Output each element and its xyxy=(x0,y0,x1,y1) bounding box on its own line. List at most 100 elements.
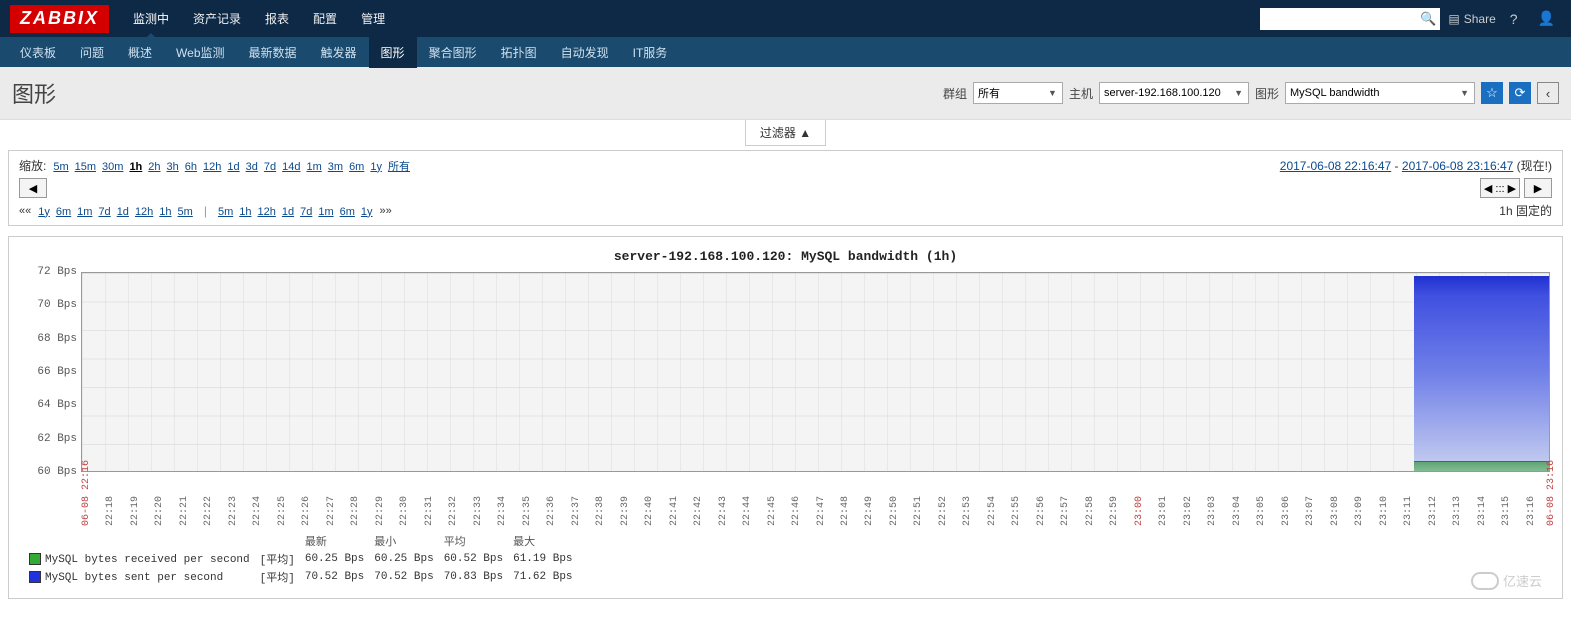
search-input[interactable] xyxy=(1264,13,1420,25)
user-icon[interactable]: 👤 xyxy=(1532,10,1561,27)
zoom-3d[interactable]: 3d xyxy=(243,161,261,173)
zoom-6h[interactable]: 6h xyxy=(182,161,200,173)
xtick-2244: 22:44 xyxy=(742,476,753,526)
shift-left-1y[interactable]: 1y xyxy=(35,206,53,218)
shift-left-6m[interactable]: 6m xyxy=(53,206,74,218)
xtick-2310: 23:10 xyxy=(1379,476,1390,526)
time-next-button[interactable]: ▶ xyxy=(1524,178,1552,198)
subnav-dashboard[interactable]: 仪表板 xyxy=(8,37,68,68)
legend-name: MySQL bytes received per second xyxy=(45,553,250,565)
shift-left-5m[interactable]: 5m xyxy=(175,206,196,218)
zoom-所有[interactable]: 所有 xyxy=(385,161,413,173)
fullscreen-button[interactable]: ‹ xyxy=(1537,82,1559,104)
filter-toggle[interactable]: 过滤器 ▲ xyxy=(745,120,826,146)
xtick-2233: 22:33 xyxy=(473,476,484,526)
zoom-14d[interactable]: 14d xyxy=(279,161,303,173)
shift-right-12h[interactable]: 12h xyxy=(254,206,278,218)
zoom-3m[interactable]: 3m xyxy=(325,161,346,173)
legend-row-0: MySQL bytes received per second[平均]60.25… xyxy=(29,550,583,568)
range-from[interactable]: 2017-06-08 22:16:47 xyxy=(1280,159,1391,173)
xtick-2231: 22:31 xyxy=(424,476,435,526)
time-scroll-button[interactable]: ◀ ::: ▶ xyxy=(1480,178,1520,198)
zoom-1h[interactable]: 1h xyxy=(126,161,145,173)
xtick-2235: 22:35 xyxy=(522,476,533,526)
subnav-graphs[interactable]: 图形 xyxy=(369,37,417,68)
xtick-2247: 22:47 xyxy=(816,476,827,526)
topnav-inventory[interactable]: 资产记录 xyxy=(181,0,253,37)
shift-left-1d[interactable]: 1d xyxy=(114,206,132,218)
xtick-2223: 22:23 xyxy=(228,476,239,526)
favorite-button[interactable]: ☆ xyxy=(1481,82,1503,104)
shift-left-pre[interactable]: «« xyxy=(19,205,31,217)
xtick-2306: 23:06 xyxy=(1281,476,1292,526)
search-icon[interactable]: 🔍 xyxy=(1420,11,1436,27)
shift-left-12h[interactable]: 12h xyxy=(132,206,156,218)
zoom-3h[interactable]: 3h xyxy=(164,161,182,173)
subnav-triggers[interactable]: 触发器 xyxy=(309,37,369,68)
group-select[interactable]: 所有 xyxy=(973,82,1063,104)
zoom-5m[interactable]: 5m xyxy=(50,161,71,173)
shift-right-6m[interactable]: 6m xyxy=(337,206,358,218)
y-axis: 72 Bps70 Bps68 Bps66 Bps64 Bps62 Bps60 B… xyxy=(21,272,81,472)
zoom-1y[interactable]: 1y xyxy=(367,161,385,173)
legend-min: 70.52 Bps xyxy=(374,568,443,586)
zoom-1d[interactable]: 1d xyxy=(224,161,242,173)
subnav-maps[interactable]: 拓扑图 xyxy=(489,37,549,68)
refresh-button[interactable]: ⟳ xyxy=(1509,82,1531,104)
xtick-2314: 23:14 xyxy=(1477,476,1488,526)
zoom-1m[interactable]: 1m xyxy=(304,161,325,173)
host-select[interactable]: server-192.168.100.120 xyxy=(1099,82,1249,104)
graph-select[interactable]: MySQL bandwidth xyxy=(1285,82,1475,104)
plot-area[interactable] xyxy=(81,272,1550,472)
xtick-start: 06-08 22:16 xyxy=(81,476,92,526)
shift-right-post[interactable]: »» xyxy=(380,205,392,217)
xtick-2222: 22:22 xyxy=(203,476,214,526)
shift-left-1h[interactable]: 1h xyxy=(156,206,174,218)
shift-right-1h[interactable]: 1h xyxy=(236,206,254,218)
legend-name: MySQL bytes sent per second xyxy=(45,571,223,583)
zoom-12h[interactable]: 12h xyxy=(200,161,224,173)
sub-nav-bar: 仪表板 问题 概述 Web监测 最新数据 触发器 图形 聚合图形 拓扑图 自动发… xyxy=(0,37,1571,67)
topnav-monitoring[interactable]: 监测中 xyxy=(121,0,181,37)
subnav-latest[interactable]: 最新数据 xyxy=(237,37,309,68)
zoom-15m[interactable]: 15m xyxy=(72,161,99,173)
zoom-7d[interactable]: 7d xyxy=(261,161,279,173)
ytick-70: 70 Bps xyxy=(37,299,77,311)
shift-right-1d[interactable]: 1d xyxy=(279,206,297,218)
legend-max: 71.62 Bps xyxy=(513,568,582,586)
xtick-2246: 22:46 xyxy=(791,476,802,526)
xtick-2232: 22:32 xyxy=(448,476,459,526)
topnav-admin[interactable]: 管理 xyxy=(349,0,397,37)
xtick-2237: 22:37 xyxy=(571,476,582,526)
subnav-screens[interactable]: 聚合图形 xyxy=(417,37,489,68)
global-search[interactable]: 🔍 xyxy=(1260,8,1440,30)
chart-title: server-192.168.100.120: MySQL bandwidth … xyxy=(21,249,1550,264)
zoom-30m[interactable]: 30m xyxy=(99,161,126,173)
range-to[interactable]: 2017-06-08 23:16:47 xyxy=(1402,159,1513,173)
shift-right-1y[interactable]: 1y xyxy=(358,206,376,218)
now-link[interactable]: (现在!) xyxy=(1513,159,1552,173)
shift-left-7d[interactable]: 7d xyxy=(95,206,113,218)
shift-right-5m[interactable]: 5m xyxy=(215,206,236,218)
topnav-config[interactable]: 配置 xyxy=(301,0,349,37)
legend-hdr-avg: 平均 xyxy=(444,532,513,550)
subnav-problems[interactable]: 问题 xyxy=(68,37,116,68)
shift-right-7d[interactable]: 7d xyxy=(297,206,315,218)
subnav-itservices[interactable]: IT服务 xyxy=(621,37,680,68)
legend-hdr-max: 最大 xyxy=(513,532,582,550)
zoom-2h[interactable]: 2h xyxy=(145,161,163,173)
subnav-discovery[interactable]: 自动发现 xyxy=(549,37,621,68)
shift-left-1m[interactable]: 1m xyxy=(74,206,95,218)
shift-right-1m[interactable]: 1m xyxy=(315,206,336,218)
time-prev-button[interactable]: ◀ xyxy=(19,178,47,198)
xtick-2230: 22:30 xyxy=(399,476,410,526)
help-icon[interactable]: ? xyxy=(1504,11,1524,27)
share-button[interactable]: ▤ Share xyxy=(1448,12,1495,26)
subnav-web[interactable]: Web监测 xyxy=(164,37,236,68)
zoom-6m[interactable]: 6m xyxy=(346,161,367,173)
subnav-overview[interactable]: 概述 xyxy=(116,37,164,68)
topnav-reports[interactable]: 报表 xyxy=(253,0,301,37)
legend-hdr-min: 最小 xyxy=(374,532,443,550)
xtick-2254: 22:54 xyxy=(987,476,998,526)
series-received-area xyxy=(1414,461,1549,471)
